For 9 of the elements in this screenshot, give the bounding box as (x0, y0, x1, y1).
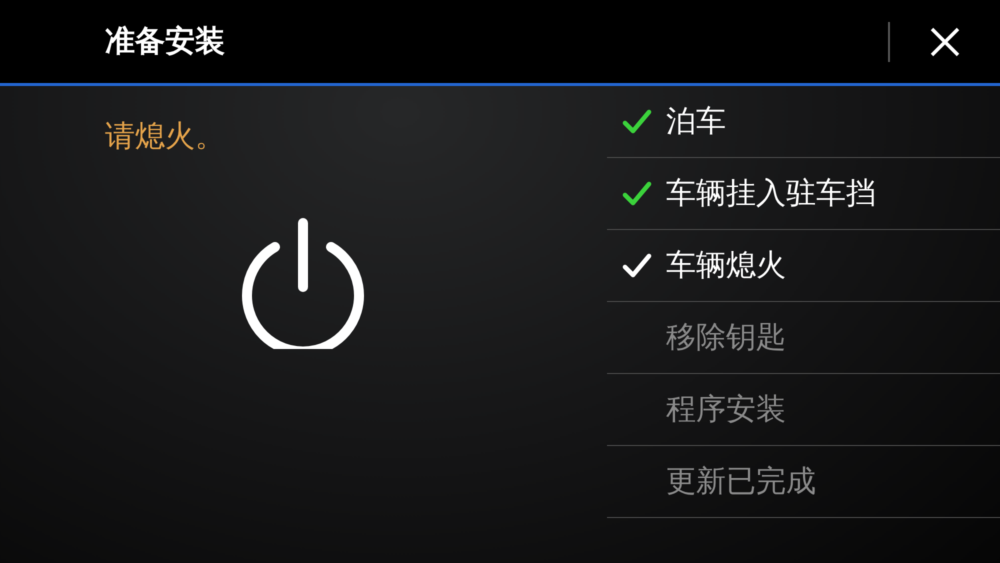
step-label: 车辆挂入驻车挡 (666, 175, 876, 213)
step-label: 程序安装 (666, 391, 786, 429)
step-label: 更新已完成 (666, 463, 816, 501)
prompt-text: 请熄火。 (105, 118, 226, 156)
step-label: 移除钥匙 (666, 319, 786, 357)
step-label: 泊车 (666, 103, 726, 141)
window-title: 准备安装 (105, 23, 226, 61)
step-label: 车辆熄火 (666, 247, 786, 285)
close-icon[interactable] (930, 26, 960, 56)
